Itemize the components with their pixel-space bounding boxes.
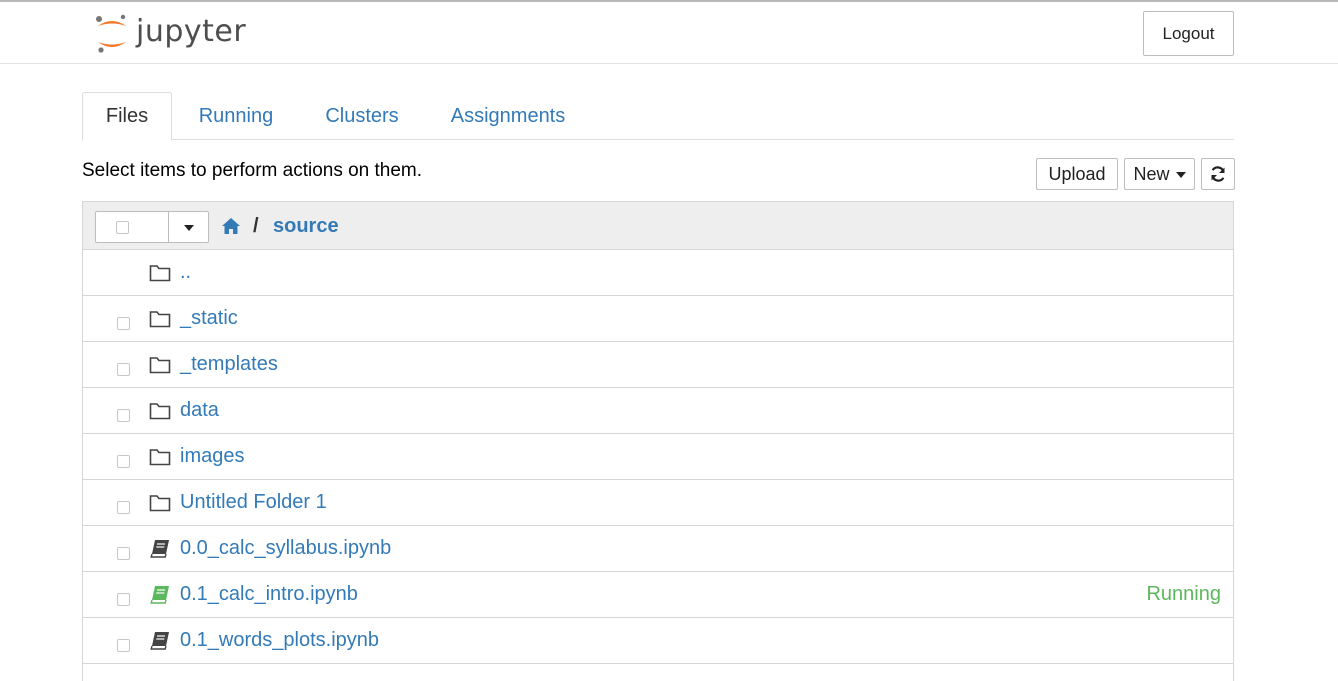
notebook-icon (150, 540, 169, 558)
list-item[interactable]: Untitled Folder 1 (83, 480, 1233, 526)
list-item[interactable]: 0.0_calc_syllabus.ipynb (83, 526, 1233, 572)
file-name[interactable]: _static (180, 307, 238, 330)
file-name[interactable]: 0.0_calc_syllabus.ipynb (180, 537, 391, 560)
folder-icon (149, 357, 171, 374)
list-item[interactable]: data (83, 388, 1233, 434)
select-all-control (95, 211, 209, 243)
list-item[interactable]: _templates (83, 342, 1233, 388)
jupyter-logo[interactable]: jupyter (94, 12, 246, 56)
list-item[interactable]: .. (83, 250, 1233, 296)
folder-icon (149, 449, 171, 466)
list-item[interactable]: images (83, 434, 1233, 480)
jupyter-logo-icon (96, 14, 126, 53)
breadcrumb-current[interactable]: source (273, 215, 339, 238)
home-icon[interactable] (221, 216, 241, 236)
list-item[interactable]: 0.1_words_plots.ipynb (83, 618, 1233, 664)
selection-hint: Select items to perform actions on them. (82, 160, 423, 181)
tab-assignments[interactable]: Assignments (438, 92, 578, 140)
refresh-button[interactable] (1201, 158, 1235, 190)
folder-icon (149, 403, 171, 420)
logout-button[interactable]: Logout (1143, 11, 1234, 56)
notebook-icon (150, 632, 169, 650)
file-name[interactable]: images (180, 445, 244, 468)
folder-icon (149, 495, 171, 512)
caret-down-icon (1175, 172, 1186, 178)
new-dropdown-button[interactable]: New (1124, 158, 1195, 190)
file-list: / source .. _static _templates data imag… (82, 201, 1234, 681)
tab-files[interactable]: Files (82, 92, 172, 141)
tab-bar: Files Running Clusters Assignments (82, 92, 1234, 141)
row-checkbox[interactable] (117, 363, 130, 376)
upload-button[interactable]: Upload (1036, 158, 1118, 190)
caret-down-icon (183, 225, 194, 231)
file-name[interactable]: .. (180, 261, 191, 284)
select-dropdown-toggle[interactable] (169, 212, 208, 242)
new-button-label: New (1133, 163, 1170, 184)
tab-clusters[interactable]: Clusters (310, 92, 414, 140)
tab-running[interactable]: Running (186, 92, 286, 140)
folder-icon (149, 265, 171, 282)
select-all-checkbox-area[interactable] (96, 212, 169, 242)
breadcrumb-separator: / (253, 215, 259, 237)
file-list-header: / source (83, 202, 1233, 250)
row-checkbox[interactable] (117, 455, 130, 468)
list-item[interactable]: _static (83, 296, 1233, 342)
row-checkbox[interactable] (117, 317, 130, 330)
header-bar: jupyter Logout (0, 2, 1338, 64)
file-name[interactable]: _templates (180, 353, 278, 376)
refresh-icon (1211, 166, 1225, 182)
row-checkbox[interactable] (117, 409, 130, 422)
row-checkbox[interactable] (117, 593, 130, 606)
folder-icon (149, 311, 171, 328)
select-all-checkbox[interactable] (116, 221, 129, 234)
running-notebook-icon (150, 586, 169, 604)
logo-text: jupyter (136, 13, 247, 49)
file-name[interactable]: 0.1_calc_intro.ipynb (180, 583, 358, 606)
row-checkbox[interactable] (117, 639, 130, 652)
row-checkbox[interactable] (117, 547, 130, 560)
file-name[interactable]: data (180, 399, 219, 422)
list-item[interactable]: 0.1_calc_intro.ipynb Running (83, 572, 1233, 618)
file-name[interactable]: Untitled Folder 1 (180, 491, 327, 514)
row-checkbox[interactable] (117, 501, 130, 514)
running-status: Running (1146, 583, 1221, 605)
file-name[interactable]: 0.1_words_plots.ipynb (180, 629, 379, 652)
